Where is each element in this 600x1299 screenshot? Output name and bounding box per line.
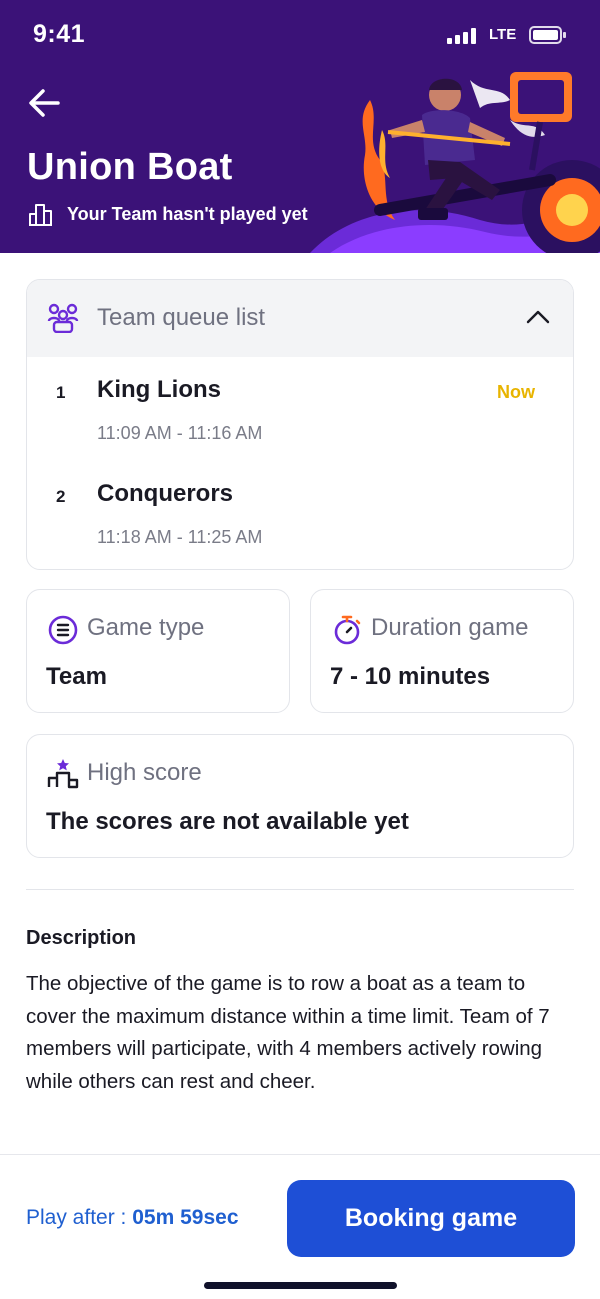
podium-icon xyxy=(29,204,52,226)
duration-label: Duration game xyxy=(371,614,529,641)
description-text: The objective of the game is to row a bo… xyxy=(26,972,550,1093)
queue-status-badge: Now xyxy=(497,382,535,402)
countdown-value: 05m 59sec xyxy=(132,1206,239,1229)
page-title: Union Boat xyxy=(27,146,233,188)
team-queue-card: Team queue list 1 King Lions 11:09 AM - … xyxy=(26,279,574,570)
game-type-card: Game type Team xyxy=(26,589,290,713)
section-divider xyxy=(26,889,574,890)
home-indicator[interactable] xyxy=(204,1282,397,1289)
queue-time-range: 11:18 AM - 11:25 AM xyxy=(97,527,263,547)
queue-position: 1 xyxy=(56,383,66,402)
queue-team-name: Conquerors xyxy=(97,480,234,507)
team-queue-header[interactable]: Team queue list xyxy=(27,280,573,357)
chevron-up-icon[interactable] xyxy=(525,308,551,326)
team-status: Your Team hasn't played yet xyxy=(28,202,308,226)
queue-item: 2 Conquerors 11:18 AM - 11:25 AM xyxy=(27,461,573,561)
signal-icon xyxy=(447,28,479,44)
team-queue-title: Team queue list xyxy=(97,304,266,331)
back-arrow-icon[interactable] xyxy=(26,86,64,120)
high-score-value: The scores are not available yet xyxy=(46,808,409,835)
bottom-action-bar: Play after : 05m 59sec Booking game xyxy=(0,1154,600,1299)
podium-star-icon xyxy=(47,759,79,789)
game-type-value: Team xyxy=(46,663,107,690)
description-title: Description xyxy=(26,927,137,949)
rower-illustration xyxy=(310,72,600,253)
queue-team-name: King Lions xyxy=(97,376,221,403)
team-queue-icon xyxy=(47,303,79,333)
header-banner: 9:41 LTE Union Boat Your Team hasn't pla… xyxy=(0,0,600,253)
status-time: 9:41 xyxy=(33,20,86,48)
queue-position: 2 xyxy=(56,487,66,506)
high-score-label: High score xyxy=(87,759,202,786)
high-score-card: High score The scores are not available … xyxy=(26,734,574,858)
stopwatch-icon xyxy=(334,615,361,645)
game-type-label: Game type xyxy=(87,614,205,641)
duration-card: Duration game 7 - 10 minutes xyxy=(310,589,574,713)
game-type-icon xyxy=(48,615,78,645)
battery-icon xyxy=(529,26,566,44)
play-after-timer: Play after : 05m 59sec xyxy=(26,1206,239,1230)
duration-value: 7 - 10 minutes xyxy=(330,663,491,690)
queue-item: 1 King Lions 11:09 AM - 11:16 AM Now xyxy=(27,357,573,457)
network-label: LTE xyxy=(489,26,517,43)
queue-time-range: 11:09 AM - 11:16 AM xyxy=(97,423,263,443)
team-status-text: Your Team hasn't played yet xyxy=(67,203,308,224)
booking-game-button[interactable]: Booking game xyxy=(287,1180,575,1257)
play-after-label: Play after : xyxy=(26,1206,127,1229)
